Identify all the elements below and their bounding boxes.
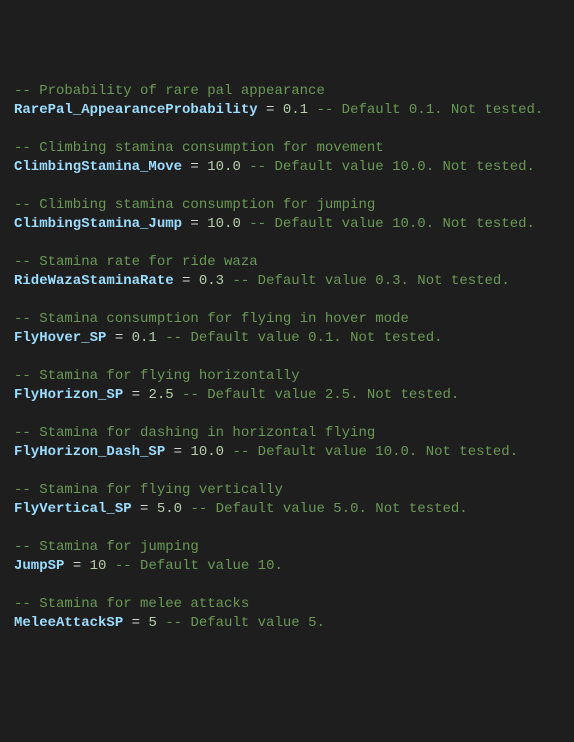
code-value: 10.0 xyxy=(207,159,241,175)
code-comment: -- Climbing stamina consumption for jump… xyxy=(14,197,375,213)
code-value: 5 xyxy=(148,615,156,631)
code-comment: -- Probability of rare pal appearance xyxy=(14,83,325,99)
code-comment: -- Climbing stamina consumption for move… xyxy=(14,140,384,156)
code-assign: = xyxy=(64,558,89,574)
code-value: 0.3 xyxy=(199,273,224,289)
code-value: 2.5 xyxy=(148,387,173,403)
code-comment: -- Stamina for flying vertically xyxy=(14,482,283,498)
code-inline-comment: -- Default value 10. xyxy=(106,558,282,574)
code-comment: -- Stamina for dashing in horizontal fly… xyxy=(14,425,375,441)
code-comment: -- Stamina rate for ride waza xyxy=(14,254,258,270)
code-inline-comment: -- Default value 10.0. Not tested. xyxy=(224,444,518,460)
code-assign: = xyxy=(165,444,190,460)
code-value: 10.0 xyxy=(207,216,241,232)
code-variable-flyhorizon-dash-sp: FlyHorizon_Dash_SP xyxy=(14,444,165,460)
code-variable-flyhover-sp: FlyHover_SP xyxy=(14,330,106,346)
code-variable-flyvertical-sp: FlyVertical_SP xyxy=(14,501,132,517)
code-variable-jumpsp: JumpSP xyxy=(14,558,64,574)
code-variable-rarepal-appearanceprobability: RarePal_AppearanceProbability xyxy=(14,102,258,118)
code-assign: = xyxy=(182,216,207,232)
code-inline-comment: -- Default value 10.0. Not tested. xyxy=(241,159,535,175)
code-variable-climbingstamina-jump: ClimbingStamina_Jump xyxy=(14,216,182,232)
code-inline-comment: -- Default value 5. xyxy=(157,615,325,631)
code-variable-climbingstamina-move: ClimbingStamina_Move xyxy=(14,159,182,175)
code-variable-meleeattacksp: MeleeAttackSP xyxy=(14,615,123,631)
code-inline-comment: -- Default value 5.0. Not tested. xyxy=(182,501,468,517)
code-comment: -- Stamina for jumping xyxy=(14,539,199,555)
code-assign: = xyxy=(123,387,148,403)
code-assign: = xyxy=(174,273,199,289)
code-value: 0.1 xyxy=(132,330,157,346)
code-variable-ridewazastaminarate: RideWazaStaminaRate xyxy=(14,273,174,289)
code-inline-comment: -- Default 0.1. Not tested. xyxy=(308,102,543,118)
code-comment: -- Stamina consumption for flying in hov… xyxy=(14,311,409,327)
code-value: 10.0 xyxy=(190,444,224,460)
code-inline-comment: -- Default value 2.5. Not tested. xyxy=(174,387,460,403)
code-comment: -- Stamina for flying horizontally xyxy=(14,368,300,384)
code-value: 0.1 xyxy=(283,102,308,118)
code-assign: = xyxy=(182,159,207,175)
code-inline-comment: -- Default value 10.0. Not tested. xyxy=(241,216,535,232)
code-block[interactable]: -- Probability of rare pal appearance Ra… xyxy=(14,82,560,633)
code-inline-comment: -- Default value 0.3. Not tested. xyxy=(224,273,510,289)
code-assign: = xyxy=(123,615,148,631)
code-assign: = xyxy=(106,330,131,346)
code-comment: -- Stamina for melee attacks xyxy=(14,596,249,612)
code-variable-flyhorizon-sp: FlyHorizon_SP xyxy=(14,387,123,403)
code-value: 10 xyxy=(90,558,107,574)
code-assign: = xyxy=(132,501,157,517)
code-assign: = xyxy=(258,102,283,118)
code-inline-comment: -- Default value 0.1. Not tested. xyxy=(157,330,443,346)
code-value: 5.0 xyxy=(157,501,182,517)
